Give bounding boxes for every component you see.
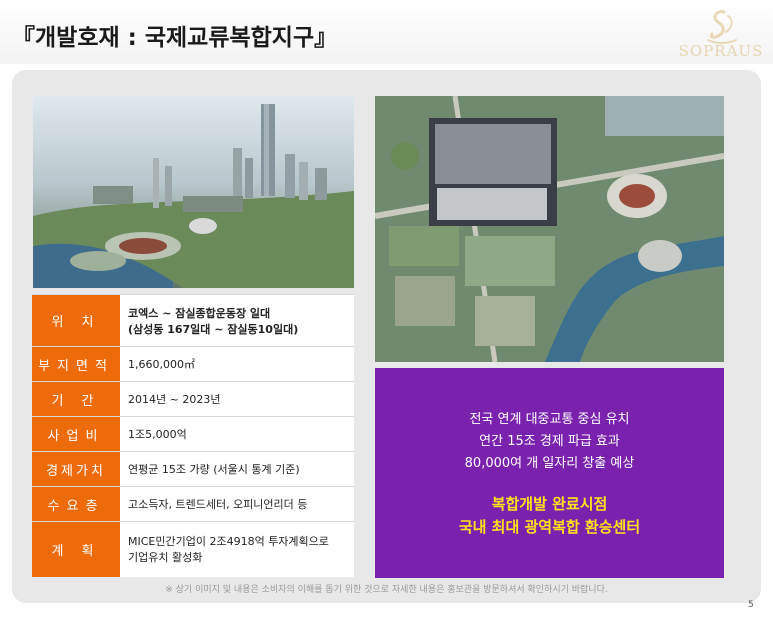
summary-box: 전국 연계 대중교통 중심 유치 연간 15조 경제 파급 효과 80,000여… [375, 368, 724, 578]
summary-highlight: 국내 최대 광역복합 환승센터 [458, 518, 641, 536]
aerial-rendering-image [33, 96, 354, 288]
table-row: 사업비 1조5,000억 [32, 416, 354, 452]
value-demand: 고소득자, 트렌드세터, 오피니언리더 등 [120, 486, 354, 522]
label-period: 기 간 [32, 381, 120, 417]
table-row: 경제가치 연평균 15조 가량 (서울시 통계 기준) [32, 451, 354, 487]
table-row: 수요층 고소득자, 트렌드세터, 오피니언리더 등 [32, 486, 354, 522]
summary-line: 전국 연계 대중교통 중심 유치 [469, 412, 630, 427]
table-row: 기 간 2014년 ~ 2023년 [32, 381, 354, 417]
table-row: 위 치 코엑스 ~ 잠실종합운동장 일대 (삼성동 167일대 ~ 잠실동10일… [32, 294, 354, 347]
label-demand: 수요층 [32, 486, 120, 522]
swan-icon [707, 10, 737, 44]
value-budget: 1조5,000억 [120, 416, 354, 452]
disclaimer-note: ※ 상기 이미지 및 내용은 소비자의 이해를 돕기 위한 것으로 자세한 내용… [165, 585, 608, 595]
label-economic-value: 경제가치 [32, 451, 120, 487]
table-row: 부지면적 1,660,000㎡ [32, 346, 354, 382]
slide: 『개발호재 : 국제교류복합지구』 SOPRAUS 위 치 코엑스 ~ 잠실종합… [0, 0, 773, 620]
brand-logo: SOPRAUS [672, 6, 770, 64]
label-site-area: 부지면적 [32, 346, 120, 382]
site-map-image [375, 96, 724, 362]
value-location: 코엑스 ~ 잠실종합운동장 일대 (삼성동 167일대 ~ 잠실동10일대) [120, 294, 354, 347]
label-location: 위 치 [32, 294, 120, 347]
header-bar: 『개발호재 : 국제교류복합지구』 SOPRAUS [0, 0, 773, 64]
page-title: 『개발호재 : 국제교류복합지구』 [12, 25, 338, 51]
table-row: 계 획 MICE민간기업이 2조4918억 투자계획으로 기업유치 활성화 [32, 521, 354, 577]
page-number: 5 [748, 600, 754, 610]
summary-line: 연간 15조 경제 파급 효과 [479, 434, 620, 449]
value-economic-value: 연평균 15조 가량 (서울시 통계 기준) [120, 451, 354, 487]
logo-text: SOPRAUS [678, 42, 764, 60]
summary-line: 80,000여 개 일자리 창출 예상 [464, 456, 635, 471]
project-info-table: 위 치 코엑스 ~ 잠실종합운동장 일대 (삼성동 167일대 ~ 잠실동10일… [32, 294, 354, 577]
value-plan: MICE민간기업이 2조4918억 투자계획으로 기업유치 활성화 [120, 521, 354, 577]
summary-highlight: 복합개발 완료시점 [491, 495, 608, 513]
label-budget: 사업비 [32, 416, 120, 452]
label-plan: 계 획 [32, 521, 120, 577]
value-period: 2014년 ~ 2023년 [120, 381, 354, 417]
value-site-area: 1,660,000㎡ [120, 346, 354, 382]
